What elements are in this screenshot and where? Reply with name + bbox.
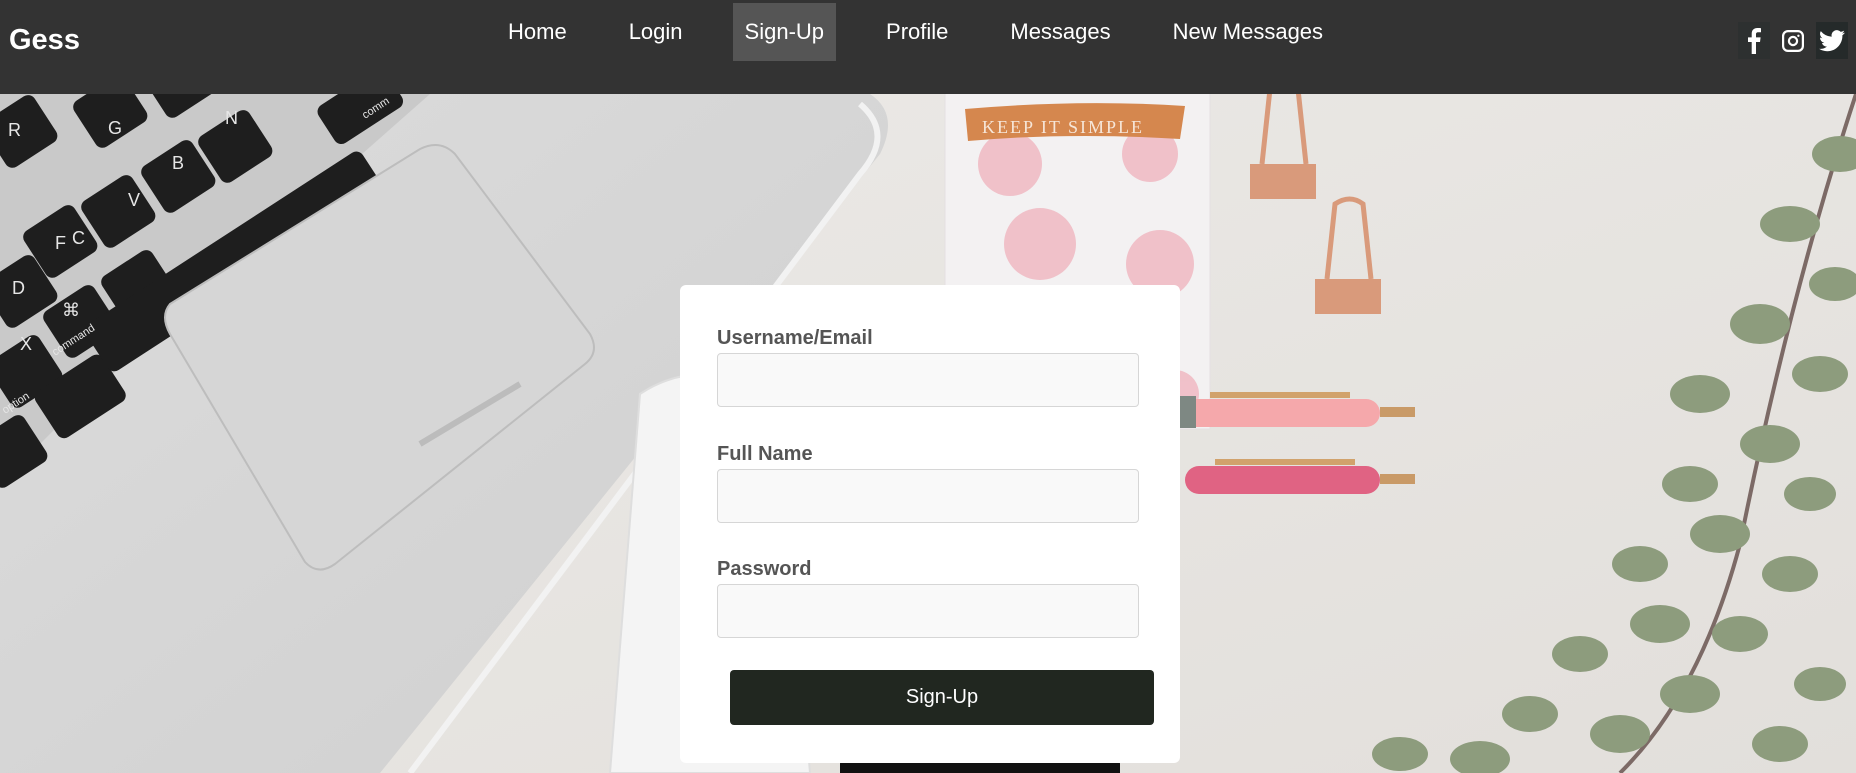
nav-profile[interactable]: Profile bbox=[874, 3, 960, 61]
key-label: N bbox=[225, 108, 238, 128]
nav-new-messages[interactable]: New Messages bbox=[1161, 3, 1335, 61]
key-label: V bbox=[128, 190, 140, 210]
password-input[interactable] bbox=[717, 584, 1139, 638]
nav-messages[interactable]: Messages bbox=[998, 3, 1122, 61]
sign-up-button[interactable]: Sign-Up bbox=[730, 670, 1154, 725]
twitter-icon[interactable] bbox=[1816, 22, 1848, 59]
brand-logo[interactable]: Gess bbox=[9, 24, 80, 57]
key-label: G bbox=[108, 118, 122, 138]
notebook-text: KEEP IT SIMPLE bbox=[982, 117, 1144, 137]
key-label: X bbox=[20, 334, 32, 354]
key-label: D bbox=[12, 278, 25, 298]
full-name-input[interactable] bbox=[717, 469, 1139, 523]
key-label: B bbox=[172, 153, 184, 173]
password-label: Password bbox=[717, 558, 812, 580]
key-label: R bbox=[8, 120, 21, 140]
instagram-icon[interactable] bbox=[1777, 22, 1809, 59]
key-label: C bbox=[72, 228, 85, 248]
facebook-icon[interactable] bbox=[1738, 22, 1770, 59]
full-name-label: Full Name bbox=[717, 443, 813, 465]
nav-login[interactable]: Login bbox=[617, 3, 695, 61]
nav-sign-up[interactable]: Sign-Up bbox=[732, 3, 837, 61]
top-navbar: Gess Home Login Sign-Up Profile Messages… bbox=[0, 0, 1856, 94]
social-links bbox=[1738, 22, 1848, 59]
key-label: ⌘ bbox=[62, 300, 80, 320]
nav-home[interactable]: Home bbox=[496, 3, 579, 61]
username-email-input[interactable] bbox=[717, 353, 1139, 407]
key-label: F bbox=[55, 233, 66, 253]
signup-form: Username/Email Full Name Password Sign-U… bbox=[680, 285, 1180, 763]
main-nav: Home Login Sign-Up Profile Messages New … bbox=[496, 3, 1373, 61]
username-label: Username/Email bbox=[717, 327, 873, 349]
